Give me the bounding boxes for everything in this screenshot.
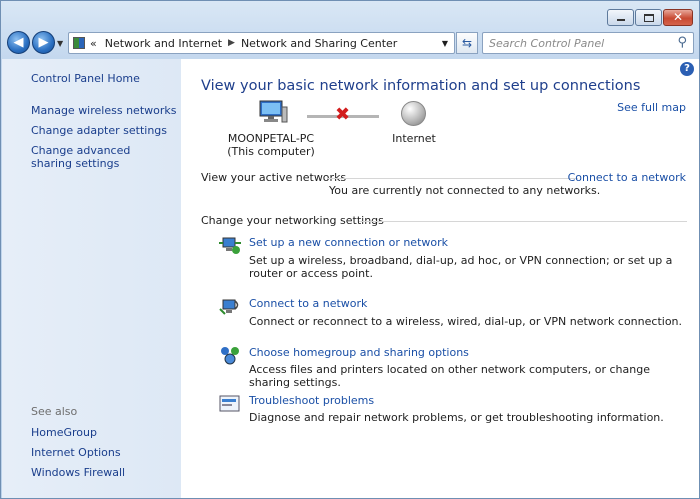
task-troubleshoot-desc: Diagnose and repair network problems, or… bbox=[249, 411, 664, 424]
task-troubleshoot-link[interactable]: Troubleshoot problems bbox=[249, 394, 374, 407]
page-title: View your basic network information and … bbox=[201, 78, 641, 94]
task-new-connection-desc: Set up a wireless, broadband, dial-up, a… bbox=[249, 254, 673, 280]
computer-sub: (This computer) bbox=[227, 145, 315, 158]
caption-buttons: ✕ bbox=[606, 9, 693, 26]
internet-options-link[interactable]: Internet Options bbox=[31, 446, 121, 459]
minimize-button[interactable] bbox=[607, 9, 634, 26]
task-homegroup-link[interactable]: Choose homegroup and sharing options bbox=[249, 346, 469, 359]
breadcrumb-network-internet[interactable]: Network and Internet bbox=[105, 37, 222, 50]
back-button[interactable]: ◀ bbox=[7, 31, 30, 54]
breadcrumb-network-sharing-center[interactable]: Network and Sharing Center bbox=[241, 37, 397, 50]
active-networks-label: View your active networks bbox=[201, 171, 347, 184]
troubleshoot-icon bbox=[219, 395, 240, 412]
new-connection-icon bbox=[219, 237, 241, 254]
computer-name: MOONPETAL-PC bbox=[227, 132, 315, 145]
back-arrow-icon: ◀ bbox=[13, 35, 24, 50]
search-placeholder: Search Control Panel bbox=[489, 37, 605, 50]
task-connect-network-desc: Connect or reconnect to a wireless, wire… bbox=[249, 315, 683, 328]
minimize-icon bbox=[617, 19, 625, 21]
manage-wireless-link[interactable]: Manage wireless networks bbox=[31, 104, 176, 117]
refresh-icon: ⇆ bbox=[461, 36, 473, 50]
task-homegroup-desc: Access files and printers located on oth… bbox=[249, 363, 650, 389]
maximize-icon bbox=[644, 14, 654, 22]
address-overflow[interactable]: « bbox=[90, 37, 97, 50]
not-connected-status: You are currently not connected to any n… bbox=[329, 184, 601, 197]
task-pane: Control Panel Home Manage wireless netwo… bbox=[2, 59, 181, 498]
connect-network-icon bbox=[219, 299, 239, 315]
address-bar[interactable]: « Network and Internet ▶ Network and Sha… bbox=[68, 32, 455, 54]
change-advanced-sharing-link[interactable]: Change advanced sharing settings bbox=[31, 144, 166, 170]
network-sharing-window: ✕ ◀ ▶ ▼ « Network and Internet ▶ Network… bbox=[0, 0, 700, 499]
refresh-button[interactable]: ⇆ bbox=[456, 32, 478, 54]
computer-icon[interactable] bbox=[258, 99, 288, 125]
see-full-map-link[interactable]: See full map bbox=[617, 101, 686, 114]
windows-firewall-link[interactable]: Windows Firewall bbox=[31, 466, 125, 479]
search-icon[interactable]: ⚲ bbox=[677, 35, 687, 50]
forward-button[interactable]: ▶ bbox=[32, 31, 55, 54]
change-settings-divider bbox=[359, 221, 687, 222]
homegroup-link[interactable]: HomeGroup bbox=[31, 426, 97, 439]
computer-label: MOONPETAL-PC (This computer) bbox=[226, 132, 316, 158]
address-dropdown-icon[interactable]: ▼ bbox=[442, 39, 448, 48]
task-connect-network-link[interactable]: Connect to a network bbox=[249, 297, 367, 310]
homegroup-icon bbox=[221, 347, 239, 365]
disconnected-x-icon[interactable]: ✖ bbox=[335, 104, 350, 125]
control-panel-icon bbox=[73, 37, 85, 49]
content-pane: ? View your basic network information an… bbox=[181, 59, 699, 498]
navigation-bar: ◀ ▶ ▼ « Network and Internet ▶ Network a… bbox=[6, 31, 696, 55]
internet-globe-icon[interactable] bbox=[401, 101, 426, 126]
search-input[interactable]: Search Control Panel ⚲ bbox=[482, 32, 694, 54]
close-button[interactable]: ✕ bbox=[663, 9, 693, 26]
help-icon[interactable]: ? bbox=[680, 62, 694, 76]
task-new-connection-link[interactable]: Set up a new connection or network bbox=[249, 236, 448, 249]
maximize-button[interactable] bbox=[635, 9, 662, 26]
control-panel-home-link[interactable]: Control Panel Home bbox=[31, 72, 140, 85]
change-adapter-link[interactable]: Change adapter settings bbox=[31, 124, 167, 137]
active-networks-divider bbox=[328, 178, 578, 179]
connect-to-network-link[interactable]: Connect to a network bbox=[568, 171, 686, 184]
forward-arrow-icon: ▶ bbox=[38, 35, 49, 50]
see-also-heading: See also bbox=[31, 405, 78, 418]
recent-pages-dropdown[interactable]: ▼ bbox=[57, 39, 63, 48]
change-settings-label: Change your networking settings bbox=[201, 214, 384, 227]
chevron-down-icon: ▼ bbox=[57, 39, 64, 48]
breadcrumb-separator-icon[interactable]: ▶ bbox=[228, 38, 235, 48]
internet-label: Internet bbox=[392, 132, 436, 145]
close-icon: ✕ bbox=[672, 10, 684, 24]
